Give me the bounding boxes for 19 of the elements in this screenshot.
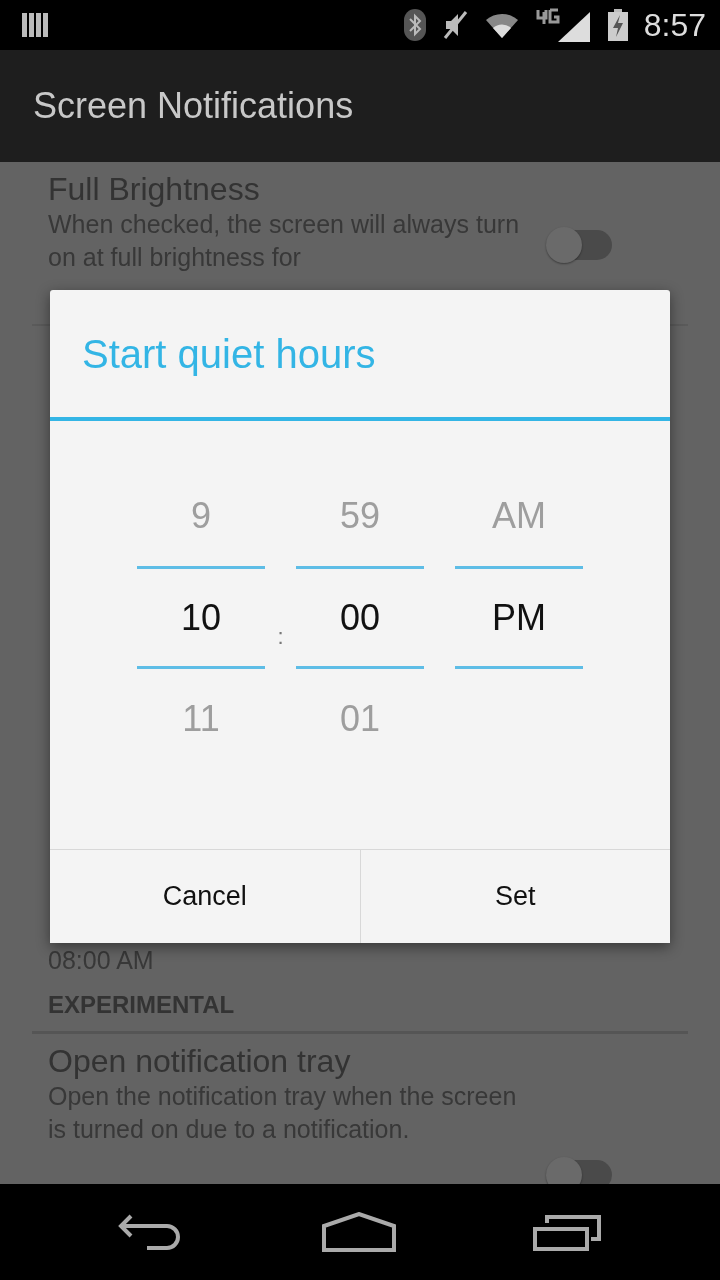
picker-selected-value[interactable]: PM <box>492 590 546 645</box>
status-time: 8:57 <box>643 6 706 45</box>
cancel-button[interactable]: Cancel <box>50 849 360 943</box>
screen-title: Screen Notifications <box>33 84 354 128</box>
picker-selected-value[interactable]: 00 <box>339 590 380 645</box>
dialog-title: Start quiet hours <box>82 330 376 378</box>
picker-selected-value[interactable]: 10 <box>180 590 221 645</box>
network-signal-icon <box>535 8 592 42</box>
toggle-switch[interactable] <box>548 230 612 260</box>
home-icon[interactable] <box>322 1212 396 1252</box>
muted-icon <box>441 10 468 40</box>
bluetooth-icon <box>403 9 426 41</box>
notification-icon <box>22 11 48 39</box>
set-button[interactable]: Set <box>359 849 670 943</box>
wifi-icon <box>483 11 520 39</box>
separator-colon: : <box>277 622 284 651</box>
toggle-switch[interactable] <box>548 1160 612 1184</box>
recent-apps-icon[interactable] <box>533 1213 604 1251</box>
battery-icon <box>607 9 628 41</box>
